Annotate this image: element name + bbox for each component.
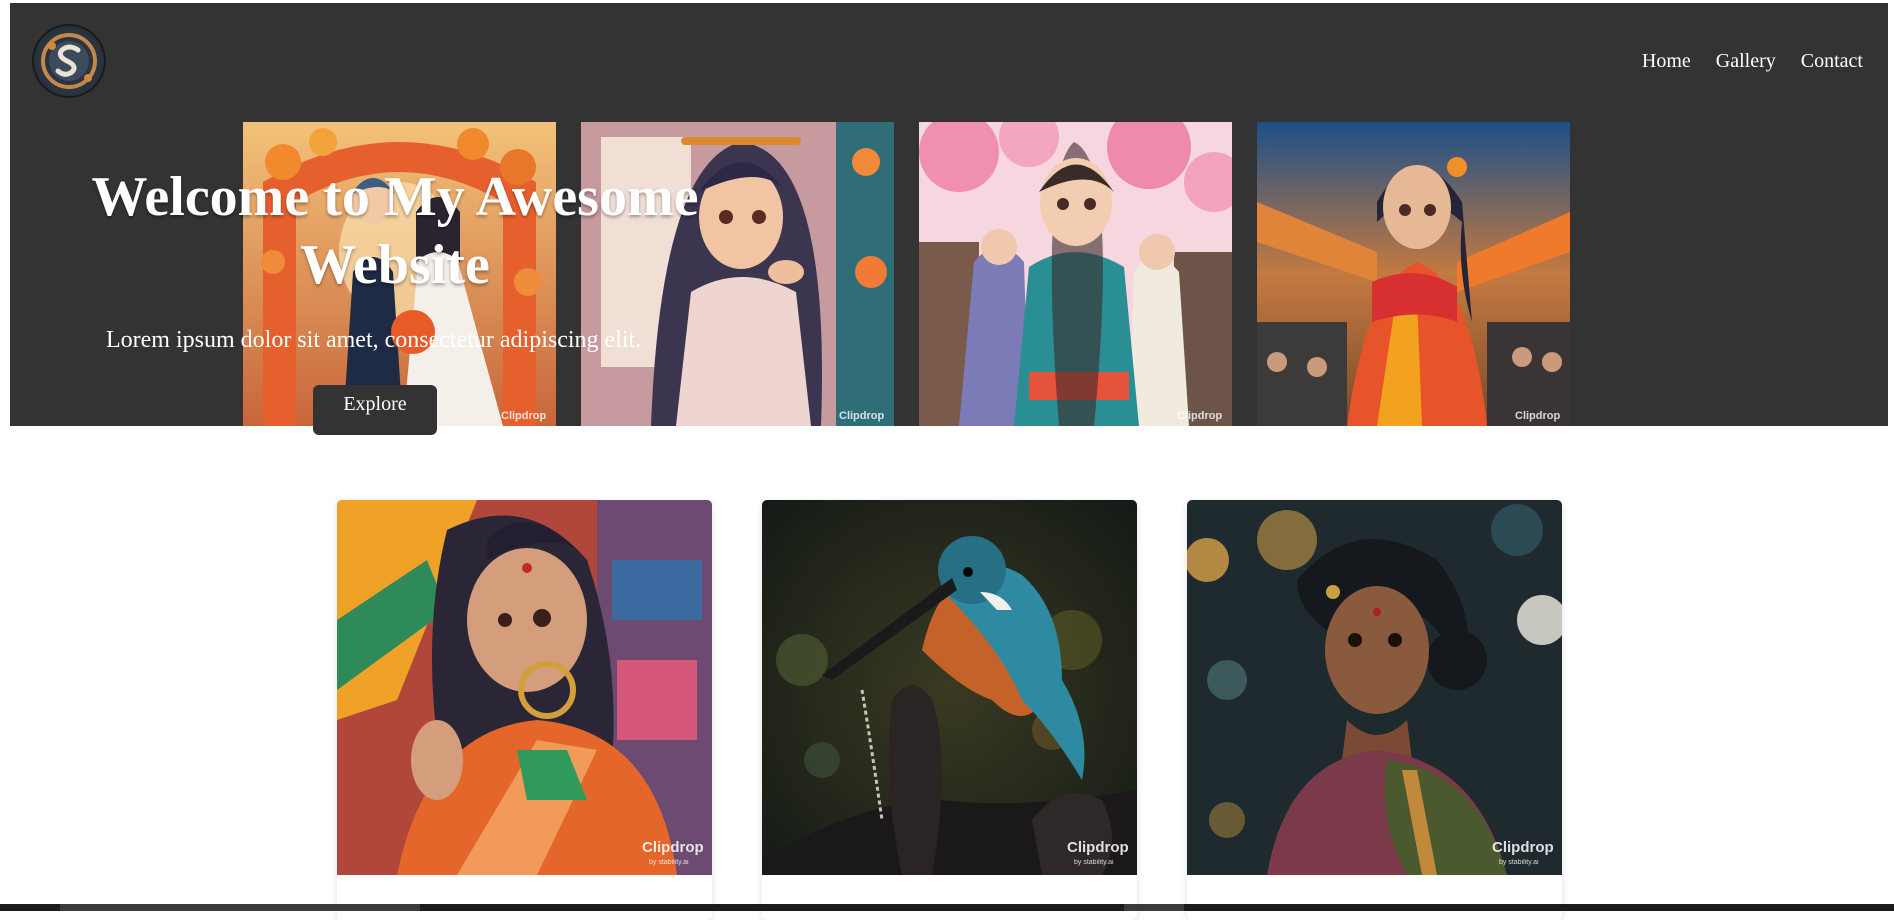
explore-button[interactable]: Explore [313,385,437,435]
hero-image-market-girl: Clipdrop [1257,122,1570,426]
kingfisher-watermark: Clipdrop [1067,839,1129,856]
gallery-card-saree-girl[interactable]: Clipdrop by stability.ai [337,500,712,920]
hero-image-kimono-girl: Clipdrop [919,122,1232,426]
site-logo[interactable] [34,26,104,96]
gallery-image-kingfisher: Clipdrop by stability.ai [762,500,1137,875]
bottom-bar-segment [60,904,420,911]
gallery-image-green-saree-woman: Clipdrop by stability.ai [1187,500,1562,875]
market-watermark: Clipdrop [1515,410,1560,422]
hero-title: Welcome to My Awesome Website [91,166,699,296]
gallery-image-saree-girl: Clipdrop by stability.ai [337,500,712,875]
nav-contact-link[interactable]: Contact [1801,49,1863,73]
hero-subtitle: Lorem ipsum dolor sit amet, consectetur … [106,327,642,353]
wedding-watermark: Clipdrop [501,410,546,422]
bottom-bar-segment [1124,904,1184,911]
green-saree-watermark: Clipdrop [1492,839,1554,856]
bottom-edge-bar [0,904,1894,911]
kurta-watermark: Clipdrop [839,410,884,422]
kingfisher-watermark-sub: by stability.ai [1074,859,1114,866]
spiral-s-logo-icon [36,28,102,94]
main-nav: Home Gallery Contact [1642,49,1863,73]
kimono-watermark: Clipdrop [1177,410,1222,422]
nav-gallery-link[interactable]: Gallery [1716,49,1776,73]
saree-watermark: Clipdrop [642,839,704,856]
gallery-card-kingfisher[interactable]: Clipdrop by stability.ai [762,500,1137,920]
green-saree-watermark-sub: by stability.ai [1499,859,1539,866]
nav-home-link[interactable]: Home [1642,49,1691,73]
hero-section: Clipdrop Clipdrop Clipdrop Clipdrop Home… [10,3,1888,426]
saree-watermark-sub: by stability.ai [649,859,689,866]
gallery-card-green-saree-woman[interactable]: Clipdrop by stability.ai [1187,500,1562,920]
